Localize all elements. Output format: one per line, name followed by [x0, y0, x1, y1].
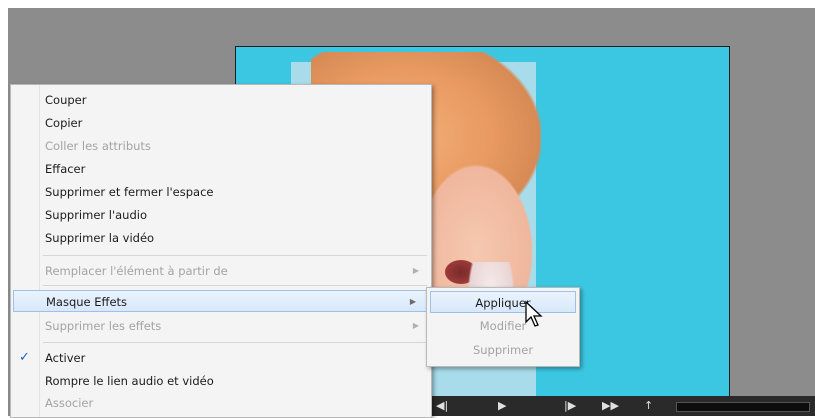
menu-item-label: Coller les attributs [45, 139, 151, 153]
submenu-item-appliquer[interactable]: Appliquer [430, 291, 576, 313]
menu-item-label: Activer [45, 351, 86, 365]
submenu-item-label: Appliquer [475, 296, 531, 310]
menu-item-masque-effets[interactable]: Masque Effets ▶ [13, 290, 429, 312]
mouse-pointer-icon [525, 300, 543, 327]
menu-item-supprimer-video[interactable]: Supprimer la vidéo [11, 227, 431, 249]
menu-item-label: Associer [45, 396, 94, 410]
menu-item-supprimer-les-effets: Supprimer les effets ▶ [11, 315, 431, 337]
menu-separator [43, 255, 427, 256]
submenu-arrow-icon: ▶ [412, 321, 419, 330]
menu-item-label: Supprimer l'audio [45, 208, 147, 222]
check-icon: ✓ [19, 350, 30, 365]
menu-item-copier[interactable]: Copier [11, 112, 431, 134]
submenu-item-label: Supprimer [472, 343, 534, 357]
menu-item-label: Supprimer la vidéo [45, 231, 155, 245]
menu-item-coller-les-attributs: Coller les attributs [11, 135, 431, 157]
menu-item-supprimer-audio[interactable]: Supprimer l'audio [11, 204, 431, 226]
submenu-item-label: Modifier [479, 319, 527, 333]
submenu-item-modifier: Modifier [427, 315, 579, 337]
menu-item-label: Effacer [45, 162, 86, 176]
menu-item-remplacer-element: Remplacer l'élément à partir de ▶ [11, 260, 431, 282]
menu-item-couper[interactable]: Couper [11, 89, 431, 111]
play-icon[interactable]: ▶ [498, 399, 506, 412]
fast-forward-icon[interactable]: ▶▶ [602, 399, 619, 412]
timeline-scrubber[interactable] [676, 402, 810, 412]
submenu-item-supprimer: Supprimer [427, 339, 579, 361]
volume-icon[interactable]: ↑ [644, 399, 653, 412]
submenu-arrow-icon: ▶ [412, 266, 419, 275]
submenu-arrow-icon: ▶ [409, 297, 416, 306]
menu-item-label: Remplacer l'élément à partir de [45, 264, 228, 278]
menu-separator [43, 342, 427, 343]
menu-item-label: Masque Effets [46, 295, 128, 309]
menu-item-label: Copier [45, 116, 83, 130]
menu-item-associer: Associer [11, 392, 431, 414]
menu-item-supprimer-et-fermer[interactable]: Supprimer et fermer l'espace [11, 181, 431, 203]
menu-item-label: Supprimer et fermer l'espace [45, 185, 214, 199]
step-forward-icon[interactable]: |▶ [564, 399, 576, 412]
context-menu: Couper Copier Coller les attributs Effac… [10, 84, 432, 418]
menu-item-rompre-lien[interactable]: Rompre le lien audio et vidéo [11, 370, 431, 392]
menu-item-label: Supprimer les effets [45, 319, 162, 333]
step-back-icon[interactable]: ◀| [436, 399, 448, 412]
menu-item-label: Couper [45, 93, 87, 107]
menu-item-activer[interactable]: ✓ Activer [11, 347, 431, 369]
masque-effets-submenu: Appliquer Modifier Supprimer [426, 287, 580, 367]
menu-item-label: Rompre le lien audio et vidéo [45, 374, 214, 388]
menu-separator [43, 285, 427, 286]
menu-item-effacer[interactable]: Effacer [11, 158, 431, 180]
